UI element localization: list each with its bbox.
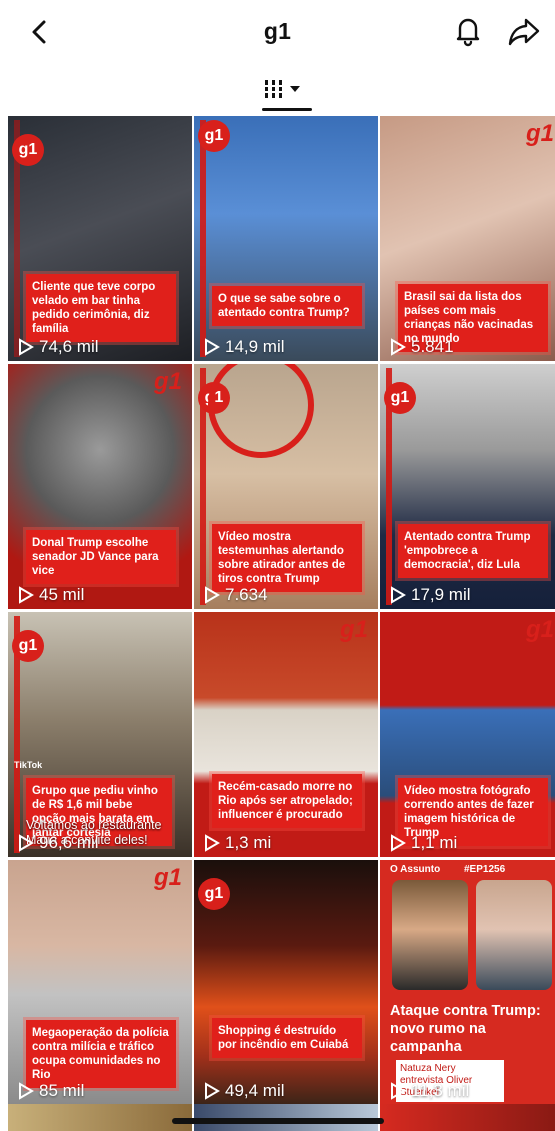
view-count: 45 mil [18, 585, 84, 605]
video-tile[interactable]: g1 O que se sabe sobre o atentado contra… [194, 116, 378, 361]
g1-logo-icon: g1 [384, 382, 416, 414]
play-icon [205, 338, 220, 356]
view-count: 17,9 mil [390, 585, 471, 605]
g1-logo-icon: g1 [153, 864, 182, 891]
g1-logo-icon: g1 [525, 120, 554, 147]
view-count: 49,4 mil [204, 1081, 285, 1101]
video-caption: Shopping é destruído por incêndio em Cui… [212, 1018, 362, 1058]
guest-photo-left [392, 880, 468, 990]
podcast-name: O Assunto [390, 864, 441, 875]
home-indicator[interactable] [172, 1118, 384, 1124]
play-icon [19, 834, 34, 852]
video-tile[interactable]: g1 Donal Trump escolhe senador JD Vance … [8, 364, 192, 609]
tiktok-watermark: TikTok [14, 760, 43, 770]
play-icon [205, 834, 220, 852]
view-count: 1,1 mi [390, 833, 457, 853]
video-caption: Donal Trump escolhe senador JD Vance par… [26, 530, 176, 584]
video-tile[interactable]: g1 Vídeo mostra fotógrafo correndo antes… [380, 612, 555, 857]
view-count: 11,3 mil [390, 1081, 469, 1101]
play-icon [391, 1082, 406, 1100]
video-caption: Vídeo mostra testemunhas alertando sobre… [212, 524, 362, 592]
play-icon [205, 586, 220, 604]
bell-icon[interactable] [450, 12, 486, 48]
guest-photo-right [476, 880, 552, 990]
play-icon [391, 586, 406, 604]
grid-view-icon [263, 80, 284, 98]
video-caption: Recém-casado morre no Rio após ser atrop… [212, 774, 362, 828]
view-count: 85 mil [18, 1081, 84, 1101]
play-icon [19, 338, 34, 356]
caret-down-icon [290, 86, 300, 92]
episode-headline: Ataque contra Trump: novo rumo na campan… [390, 1003, 541, 1055]
episode-number: #EP1256 [464, 864, 506, 875]
video-caption: O que se sabe sobre o atentado contra Tr… [212, 286, 362, 326]
g1-logo-icon: g1 [198, 120, 230, 152]
play-icon [391, 338, 406, 356]
play-icon [391, 834, 406, 852]
video-tile[interactable]: g1 Vídeo mostra testemunhas alertando so… [194, 364, 378, 609]
view-underline [262, 108, 312, 111]
video-tile[interactable]: O Assunto #EP1256 Ataque contra Trump: n… [380, 860, 555, 1105]
play-icon [205, 1082, 220, 1100]
video-caption: Cliente que teve corpo velado em bar tin… [26, 274, 176, 342]
video-tile[interactable]: g1 Atentado contra Trump 'empobrece a de… [380, 364, 555, 609]
view-mode-selector[interactable] [262, 74, 312, 104]
view-count: 7.634 [204, 585, 268, 605]
video-tile[interactable]: g1 Recém-casado morre no Rio após ser at… [194, 612, 378, 857]
play-icon [19, 586, 34, 604]
g1-logo-icon: g1 [339, 616, 368, 643]
video-tile[interactable]: g1 Brasil sai da lista dos países com ma… [380, 116, 555, 361]
g1-logo-icon: g1 [153, 368, 182, 395]
g1-logo-icon: g1 [12, 134, 44, 166]
video-tile[interactable]: g1 Cliente que teve corpo velado em bar … [8, 116, 192, 361]
video-caption: Megaoperação da polícia contra milícia e… [26, 1020, 176, 1088]
view-count: 1,3 mi [204, 833, 271, 853]
video-tile[interactable]: g1 Shopping é destruído por incêndio em … [194, 860, 378, 1105]
view-count: 5.841 [390, 337, 454, 357]
top-bar: g1 [0, 0, 555, 64]
g1-logo-icon: g1 [198, 878, 230, 910]
view-count: 14,9 mil [204, 337, 285, 357]
play-icon [19, 1082, 34, 1100]
view-count: 96,6 mil [18, 833, 99, 853]
video-tile[interactable]: g1 Megaoperação da polícia contra milíci… [8, 860, 192, 1105]
view-count: 74,6 mil [18, 337, 99, 357]
g1-logo-icon: g1 [525, 616, 554, 643]
video-tile[interactable]: g1 TikTok Grupo que pediu vinho de R$ 1,… [8, 612, 192, 857]
video-caption: Atentado contra Trump 'empobrece a democ… [398, 524, 548, 578]
share-icon[interactable] [504, 12, 544, 50]
g1-logo-icon: g1 [12, 630, 44, 662]
